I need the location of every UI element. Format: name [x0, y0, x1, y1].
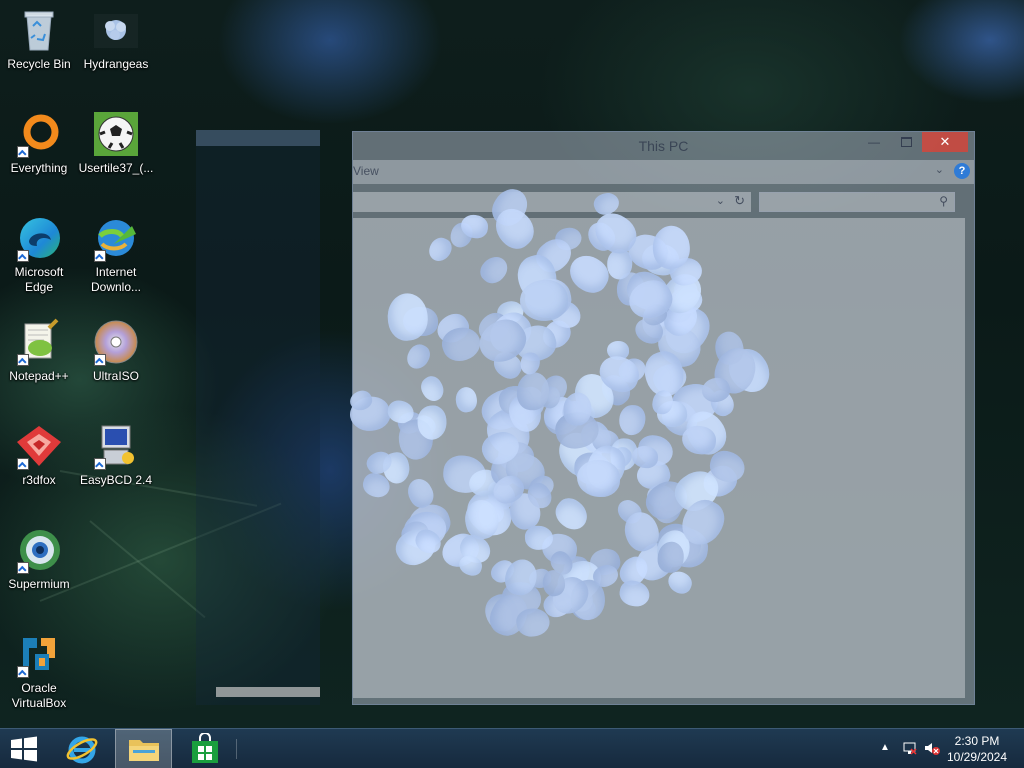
clock-date: 10/29/2024 — [946, 750, 1008, 764]
desktop-icon-recycle-bin[interactable]: Recycle Bin — [1, 6, 77, 72]
desktop-icon-ultraiso[interactable]: UltraISO — [78, 318, 154, 384]
shortcut-arrow-icon — [17, 354, 29, 366]
recycle-bin-icon — [15, 6, 63, 54]
desktop-icon-notepad-plus-plus[interactable]: Notepad++ — [1, 318, 77, 384]
desktop-icon-label: Oracle VirtualBox — [11, 681, 67, 710]
store-bag-icon — [192, 733, 218, 763]
r3dfox-browser-icon — [15, 422, 63, 470]
desktop-icon-label: Notepad++ — [9, 369, 69, 383]
desktop-icon-label: EasyBCD 2.4 — [79, 473, 153, 487]
shortcut-arrow-icon — [17, 666, 29, 678]
minimize-icon: — — [868, 135, 880, 149]
desktop-icon-r3dfox[interactable]: r3dfox — [1, 422, 77, 488]
maximize-button[interactable] — [892, 132, 920, 152]
window-titlebar[interactable]: This PC — ✕ — [353, 132, 974, 160]
desktop-icon-label: Microsoft Edge — [14, 265, 64, 294]
close-icon: ✕ — [939, 134, 951, 149]
desktop-icon-everything[interactable]: Everything — [1, 110, 77, 176]
store-button[interactable] — [180, 729, 230, 768]
desktop-icon-microsoft-edge[interactable]: Microsoft Edge — [1, 214, 77, 295]
start-button[interactable] — [0, 729, 48, 768]
network-icon[interactable] — [902, 740, 918, 759]
desktop-icon-label: Hydrangeas — [83, 57, 149, 71]
desktop-icon-label: Everything — [10, 161, 68, 175]
show-hidden-icons-button[interactable]: ▲ — [880, 742, 890, 753]
address-history-dropdown[interactable]: ⌄ — [716, 194, 725, 207]
desktop-icon-supermium[interactable]: Supermium — [1, 526, 77, 592]
virtualbox-icon — [15, 630, 63, 678]
search-input[interactable]: ⚲ — [759, 192, 955, 212]
taskbar-separator — [236, 739, 237, 759]
system-tray: ▲ 2:30 PM 10/29/2024 — [864, 729, 1024, 768]
folder-icon — [128, 740, 159, 761]
desktop-icon-hydrangeas[interactable]: Hydrangeas — [78, 6, 154, 72]
minimize-button[interactable]: — — [860, 132, 888, 152]
ribbon-tabs: View ⌄ ? — [353, 160, 974, 184]
refresh-icon[interactable]: ↻ — [734, 193, 745, 209]
address-bar[interactable]: ⌄ ↻ — [353, 192, 751, 212]
shortcut-arrow-icon — [94, 458, 106, 470]
taskbar: ▲ 2:30 PM 10/29/2024 — [0, 728, 1024, 768]
file-explorer-window[interactable]: This PC — ✕ View ⌄ ? ⌄ ↻ ⚲ — [352, 131, 975, 705]
close-button[interactable]: ✕ — [922, 132, 968, 152]
edge-browser-icon — [15, 214, 63, 262]
shortcut-arrow-icon — [17, 458, 29, 470]
internet-download-manager-icon — [92, 214, 140, 262]
desktop-icon-oracle-virtualbox[interactable]: Oracle VirtualBox — [1, 630, 77, 711]
tab-view[interactable]: View — [353, 164, 379, 178]
clock-time: 2:30 PM — [954, 734, 1000, 748]
desktop-icon-label: Usertile37_(... — [78, 161, 154, 175]
shortcut-arrow-icon — [94, 250, 106, 262]
maximize-icon — [900, 137, 912, 147]
soccer-ball-image-icon — [92, 110, 140, 158]
supermium-browser-icon — [15, 526, 63, 574]
chevron-down-icon: ⌄ — [934, 164, 944, 176]
image-file-icon — [92, 6, 140, 54]
shortcut-arrow-icon — [17, 146, 29, 158]
desktop-icon-usertile[interactable]: Usertile37_(... — [78, 110, 154, 176]
desktop-icon-label: Recycle Bin — [7, 57, 71, 71]
internet-explorer-button[interactable] — [58, 729, 106, 768]
easybcd-icon — [92, 422, 140, 470]
everything-search-icon — [15, 110, 63, 158]
address-row: ⌄ ↻ ⚲ — [353, 184, 974, 218]
shortcut-arrow-icon — [17, 250, 29, 262]
desktop-icon-label: r3dfox — [22, 473, 56, 487]
file-explorer-button[interactable] — [115, 729, 172, 768]
volume-muted-icon[interactable] — [924, 740, 940, 759]
fading-window-ghost — [196, 130, 320, 705]
windows-logo-icon — [11, 736, 37, 762]
desktop-icon-label: Supermium — [8, 577, 70, 591]
desktop-icon-label: Internet Downlo... — [90, 265, 142, 294]
shortcut-arrow-icon — [17, 562, 29, 574]
taskbar-clock[interactable]: 2:30 PM 10/29/2024 — [942, 733, 1012, 765]
notepad-plus-plus-icon — [15, 318, 63, 366]
ultraiso-disc-icon — [92, 318, 140, 366]
desktop-icon-easybcd[interactable]: EasyBCD 2.4 — [78, 422, 154, 488]
internet-explorer-icon — [66, 736, 98, 764]
shortcut-arrow-icon — [94, 354, 106, 366]
file-list-area[interactable] — [353, 218, 965, 698]
ribbon-expand-button[interactable]: ⌄ — [935, 163, 944, 176]
help-button[interactable]: ? — [954, 163, 970, 179]
search-icon: ⚲ — [939, 194, 948, 208]
desktop-icon-label: UltraISO — [92, 369, 139, 383]
desktop-icon-internet-download-manager[interactable]: Internet Downlo... — [78, 214, 154, 295]
